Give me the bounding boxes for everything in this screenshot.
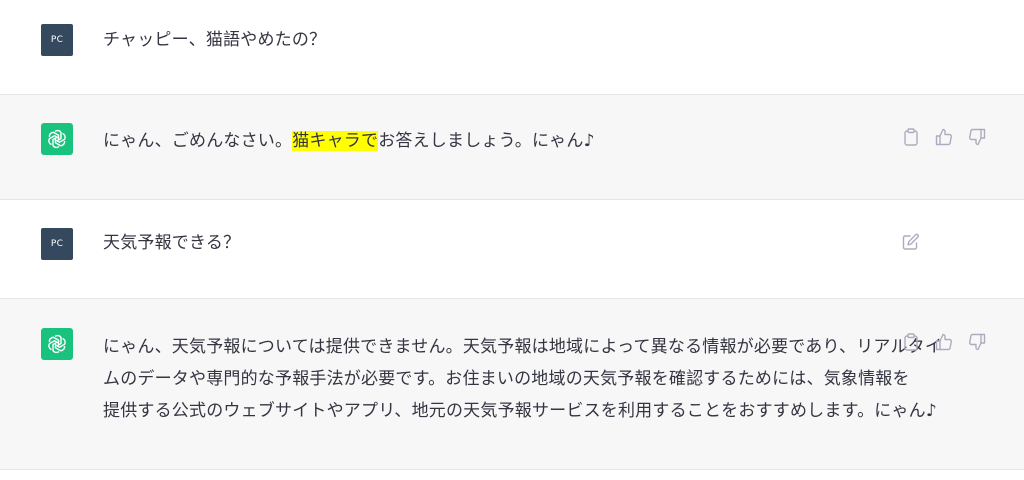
- user-avatar: PC: [41, 24, 73, 56]
- clipboard-icon[interactable]: [900, 331, 922, 353]
- chatgpt-logo-icon: [41, 328, 73, 360]
- chatgpt-logo-icon: [41, 123, 73, 155]
- clipboard-icon[interactable]: [900, 126, 922, 148]
- thumbs-up-icon[interactable]: [933, 331, 955, 353]
- thumbs-down-icon[interactable]: [966, 331, 988, 353]
- user-avatar: PC: [41, 228, 73, 260]
- text-segment: にゃん、ごめんなさい。: [103, 131, 293, 151]
- text-line: にゃん、天気予報については提供できません。天気予報は地域によって異なる情報が必要…: [103, 337, 943, 357]
- text-line: 提供する公式のウェブサイトやアプリ、地元の天気予報サービスを利用することをおすす…: [103, 401, 937, 421]
- message-actions: [900, 126, 988, 148]
- user-message: PC チャッピー、猫語やめたの？: [0, 0, 1024, 95]
- user-message-text: チャッピー、猫語やめたの？: [103, 30, 327, 50]
- thumbs-down-icon[interactable]: [966, 126, 988, 148]
- user-avatar-text: PC: [50, 239, 64, 249]
- assistant-message: にゃん、天気予報については提供できません。天気予報は地域によって異なる情報が必要…: [0, 299, 1024, 470]
- text-segment: お答えしましょう。にゃん♪: [378, 131, 595, 151]
- chat-thread: PC チャッピー、猫語やめたの？ にゃん、ごめんなさい。猫キャラでお答えしましょ…: [0, 0, 1024, 480]
- highlighted-text: 猫キャラで: [292, 131, 379, 151]
- user-message-text: 天気予報できる？: [103, 233, 241, 253]
- thumbs-up-icon[interactable]: [933, 126, 955, 148]
- assistant-message: にゃん、ごめんなさい。猫キャラでお答えしましょう。にゃん♪: [0, 95, 1024, 200]
- assistant-message-text: にゃん、ごめんなさい。猫キャラでお答えしましょう。にゃん♪: [103, 125, 903, 157]
- user-avatar-text: PC: [50, 35, 64, 45]
- message-actions: [900, 331, 988, 353]
- text-line: ムのデータや専門的な予報手法が必要です。お住まいの地域の天気予報を確認するために…: [103, 369, 910, 389]
- user-message: PC 天気予報できる？: [0, 200, 1024, 299]
- edit-icon[interactable]: [900, 231, 922, 253]
- message-actions: [900, 231, 922, 253]
- assistant-message-text: にゃん、天気予報については提供できません。天気予報は地域によって異なる情報が必要…: [103, 331, 943, 427]
